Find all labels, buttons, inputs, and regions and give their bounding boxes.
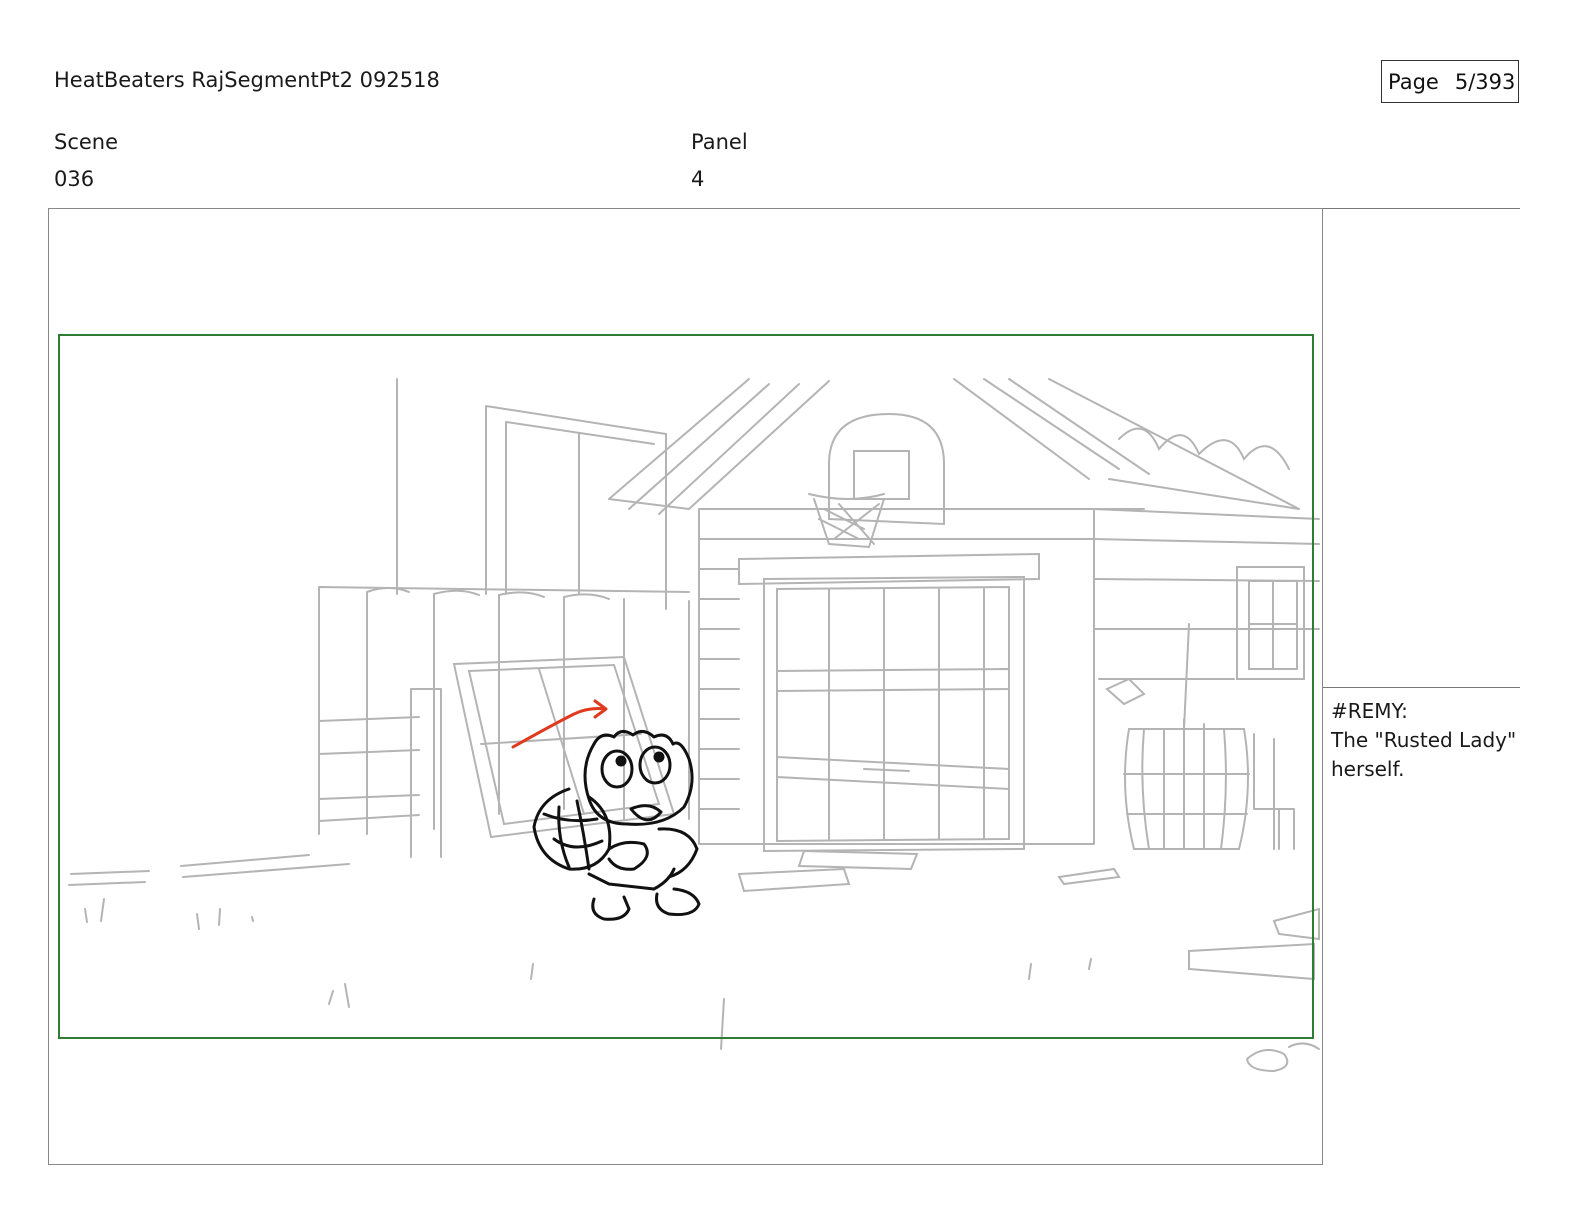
dialogue-line: The "Rusted Lady" [1331,728,1517,752]
document-title: HeatBeaters RajSegmentPt2 092518 [54,68,440,92]
storyboard-drawing [58,334,1320,1073]
character-remy [532,730,701,921]
page-number: 5/393 [1454,69,1516,94]
scene-number: 036 [54,167,95,191]
dialogue-speaker: #REMY: [1331,699,1408,723]
page-indicator: Page 5/393 [1381,60,1519,103]
storyboard-panel-frame [48,208,1323,1165]
scene-label: Scene [54,130,119,154]
page-label: Page [1388,69,1439,94]
notes-divider [1323,687,1520,688]
panel-label: Panel [691,130,748,154]
dialogue-line: herself. [1331,757,1405,781]
panel-number: 4 [691,167,705,191]
safe-area-border [58,334,1314,1039]
notes-top-divider [1323,208,1520,209]
dialogue-notes: #REMY: The "Rusted Lady" herself. [1331,697,1516,784]
background-layout [68,378,1320,1073]
